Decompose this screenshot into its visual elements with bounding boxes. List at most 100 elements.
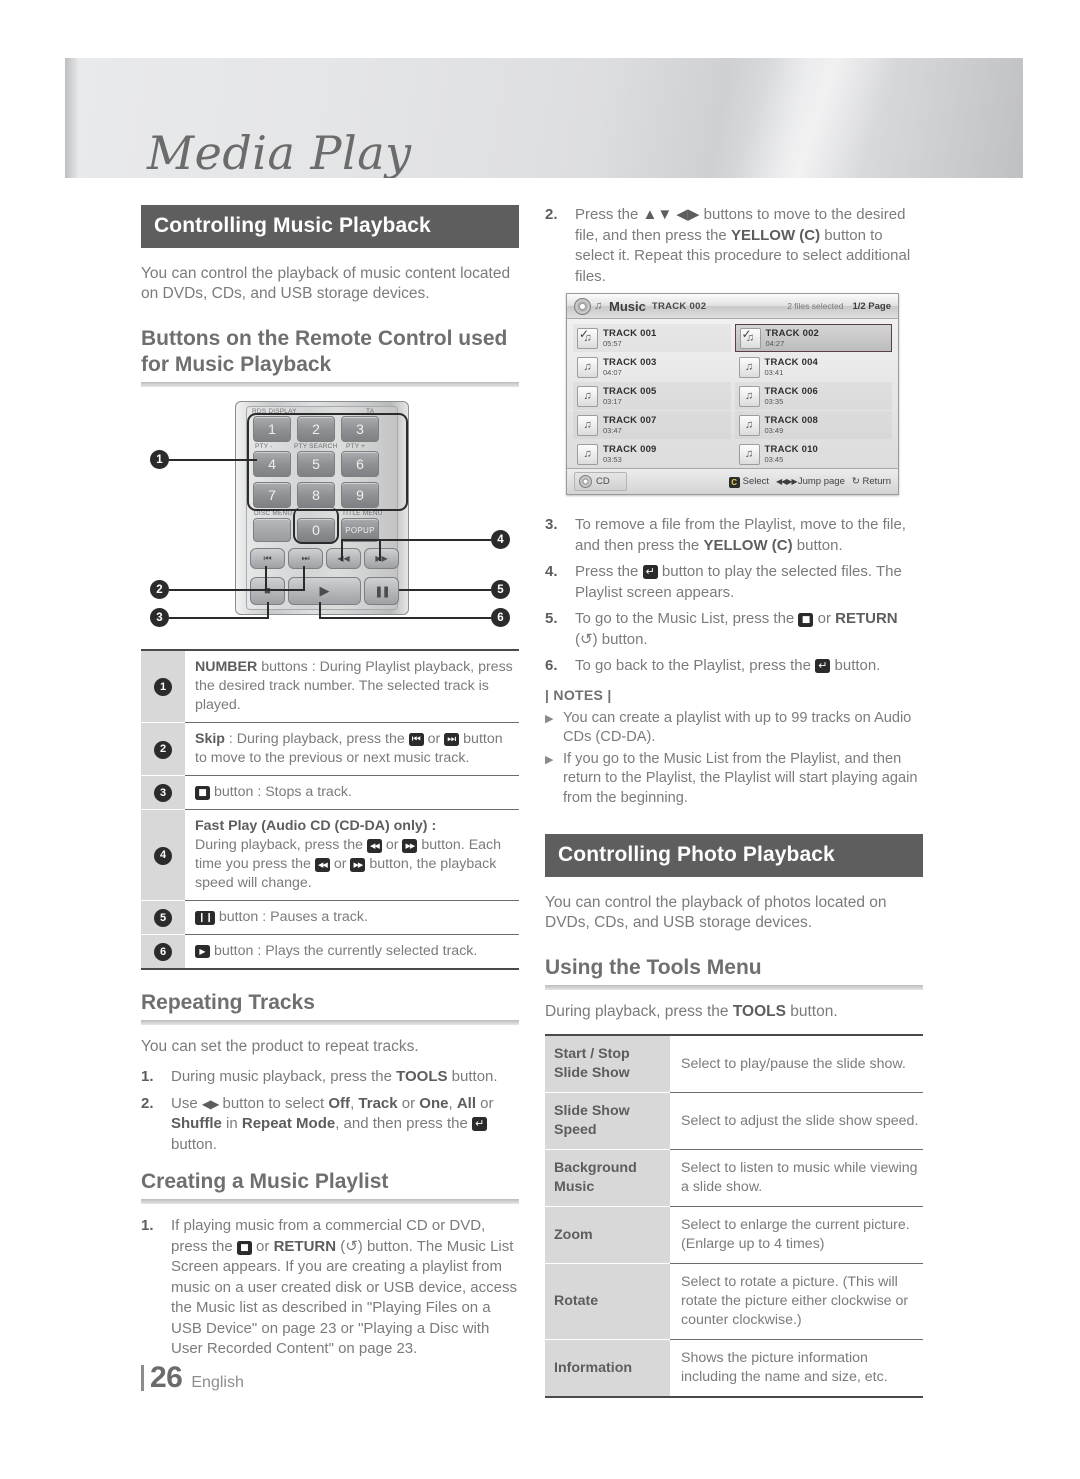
step-text-a: Press the [575, 206, 643, 223]
table-row: Rotate Select to rotate a picture. (This … [545, 1263, 923, 1340]
step-text-a: To go to the Music List, press the [575, 610, 799, 627]
notes-title: | NOTES | [545, 686, 612, 703]
list-item-selected[interactable]: ♫ TRACK 00204:27 [734, 324, 892, 352]
step-text-a: During music playback, press the [171, 1068, 397, 1085]
remote-key-2[interactable]: 2 [297, 416, 335, 442]
remote-key-3[interactable]: 3 [341, 416, 379, 442]
right-column: 2. Press the ▲▼ ◀▶ buttons to move to th… [545, 205, 923, 1398]
page-number: 26 [150, 1361, 183, 1394]
track-name: TRACK 004 [764, 356, 819, 368]
remote-key-1[interactable]: 1 [253, 416, 291, 442]
table-row: 3 button : Stops a track. [141, 775, 519, 810]
remote-key-rewind[interactable]: ◀◀ [326, 548, 361, 569]
track-checked-icon: ♫ [577, 327, 598, 349]
step-number: 1. [141, 1217, 154, 1234]
track-name: TRACK 005 [603, 385, 657, 397]
remote-key-6[interactable]: 6 [341, 451, 379, 477]
remote-key-stop[interactable]: ■ [250, 577, 285, 605]
tools-key: Zoom [545, 1206, 670, 1264]
row-number-1: 1 [154, 678, 172, 697]
hint-select[interactable]: C Select [728, 476, 769, 488]
or2: or [476, 1094, 494, 1112]
list-item[interactable]: ♫ TRACK 010 03:45 [735, 440, 893, 468]
step-number: 1. [141, 1068, 154, 1085]
list-item: ▶ You can create a playlist with up to 99… [545, 709, 923, 748]
remote-key-8[interactable]: 8 [297, 482, 335, 508]
list-item[interactable]: ♫ TRACK 00105:57 [573, 324, 731, 352]
step-text: If playing music from a commercial CD or… [171, 1216, 519, 1360]
row-number-cell: 1 [141, 650, 185, 723]
track-time: 03:35 [764, 396, 784, 406]
row-rest-2b: or [423, 731, 445, 747]
repeating-steps: 1. During music playback, press the TOOL… [141, 1067, 519, 1155]
list-item: 3. To remove a file from the Playlist, m… [545, 515, 923, 556]
heading-rule [141, 1199, 519, 1204]
remote-key-play[interactable]: ▶ [288, 577, 361, 605]
list-item: 5. To go to the Music List, press the or… [545, 609, 923, 650]
option-one: One [419, 1094, 449, 1112]
track-name: TRACK 006 [764, 385, 819, 397]
rewind-icon [366, 839, 382, 853]
yellow-c-label: YELLOW (C) [730, 226, 821, 244]
list-item[interactable]: ♫ TRACK 009 03:53 [573, 440, 731, 468]
remote-key-5[interactable]: 5 [297, 451, 335, 477]
track-time: 04:07 [603, 367, 622, 377]
remote-key-pause[interactable]: ❚❚ [364, 577, 399, 605]
remote-key-prev[interactable]: ⏮ [250, 548, 285, 569]
remote-buttons-heading: Buttons on the Remote Control used for M… [141, 327, 508, 376]
list-item[interactable]: ♫ TRACK 004 03:41 [735, 353, 893, 381]
music-note-icon: ♫ [738, 356, 760, 378]
hint-return[interactable]: ↻ Return [852, 476, 891, 487]
tools-value: Select to rotate a picture. (This will r… [670, 1263, 923, 1340]
step-text-a: Use [171, 1094, 202, 1112]
remote-key-0[interactable]: 0 [297, 518, 335, 542]
remote-key-disc-menu[interactable] [253, 518, 291, 542]
remote-key-4[interactable]: 4 [253, 451, 291, 477]
or1: or [397, 1094, 420, 1112]
leader-5 [399, 589, 491, 591]
tools-intro-a: During playback, press the [545, 1003, 733, 1020]
row-text-cell: button : Plays the currently selected tr… [185, 935, 519, 970]
fastforward-icon-2 [350, 858, 366, 872]
enter-icon [471, 1117, 488, 1131]
remote-key-9[interactable]: 9 [341, 482, 379, 508]
track-time: 03:41 [764, 367, 784, 377]
remote-control-diagram: RDS DISPLAY TA 1 2 3 PTY - PTY SEARCH PT… [141, 399, 519, 635]
bullet-arrow-icon: ▶ [545, 753, 554, 766]
list-item[interactable]: ♫ TRACK 007 03:47 [573, 411, 731, 439]
source-chip-cd[interactable]: CD [574, 472, 627, 491]
player-hints: C Select ◀◀▶▶ Jump page ↻ Return [728, 476, 891, 488]
step-text: Use ◀▶ button to select Off, Track or On… [171, 1094, 519, 1156]
music-intro-text: You can control the playback of music co… [141, 265, 511, 302]
list-item[interactable]: ♫ TRACK 005 03:17 [573, 382, 731, 410]
player-footer: CD C Select ◀◀▶▶ Jump page ↻ Return [567, 468, 898, 494]
remote-key-fastforward[interactable]: ▶▶ [364, 548, 399, 569]
return-arrow-icon: ↻ [851, 476, 860, 487]
list-item[interactable]: ♫ TRACK 003 04:07 [573, 353, 731, 381]
tools-key: Slide Show Speed [545, 1092, 670, 1150]
step-text-a: To go back to the Playlist, press the [575, 657, 816, 674]
jump-arrows-icon: ◀◀▶▶ [776, 477, 798, 486]
row-text-cell: button : Stops a track. [185, 775, 519, 810]
step-text-b: button. [792, 536, 843, 554]
hint-jump-page[interactable]: ◀◀▶▶ Jump page [776, 476, 845, 487]
list-item[interactable]: ♫ TRACK 006 03:35 [735, 382, 893, 410]
tools-value: Select to enlarge the current picture. (… [670, 1206, 923, 1264]
remote-button-table: 1 NUMBER buttons : During Playlist playb… [141, 649, 519, 970]
music-note-icon: ♫ [577, 443, 598, 465]
next-icon [444, 733, 460, 746]
step-text-a: Press the [575, 563, 643, 580]
tools-value: Select to adjust the slide show speed. [670, 1092, 923, 1150]
row-text-cell: Fast Play (Audio CD (CD-DA) only) : Durin… [185, 809, 519, 901]
track-time: 03:47 [603, 425, 622, 435]
remote-key-7[interactable]: 7 [253, 482, 291, 508]
track-checked-icon: ♫ [739, 327, 761, 349]
remote-key-next[interactable]: ⏭ [288, 548, 323, 569]
row-lead-2: Skip [195, 731, 225, 747]
list-item[interactable]: ♫ TRACK 008 03:49 [735, 411, 893, 439]
step-text-b: button. [830, 657, 881, 674]
list-item: 2. Press the ▲▼ ◀▶ buttons to move to th… [545, 205, 923, 287]
tools-value: Select to listen to music while viewing … [670, 1149, 923, 1207]
music-note-icon: ♫ [577, 356, 598, 378]
left-column: Controlling Music Playback You can contr… [141, 205, 519, 1366]
